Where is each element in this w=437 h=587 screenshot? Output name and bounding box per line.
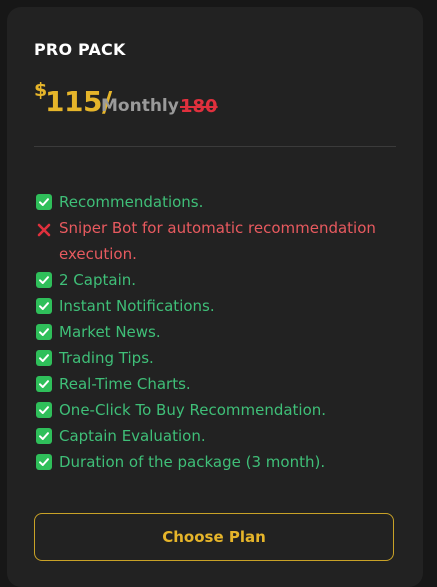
feature-text: Instant Notifications. [59, 297, 215, 315]
pricing-card: PRO PACK $ 115/ Monthly 180 Recommendati… [7, 7, 423, 587]
check-icon [36, 402, 52, 418]
check-icon [36, 376, 52, 392]
check-icon [36, 298, 52, 314]
feature-text: Real-Time Charts. [59, 375, 191, 393]
feature-text: Sniper Bot for automatic recommendation … [59, 219, 376, 263]
feature-item: Real-Time Charts. [34, 371, 404, 397]
feature-item: Duration of the package (3 month). [34, 449, 404, 475]
original-price: 180 [180, 96, 218, 117]
billing-period: Monthly [101, 96, 179, 116]
feature-text: Captain Evaluation. [59, 427, 206, 445]
feature-text: Recommendations. [59, 193, 204, 211]
check-icon [36, 272, 52, 288]
feature-text: Trading Tips. [59, 349, 154, 367]
check-icon [36, 454, 52, 470]
feature-item: Trading Tips. [34, 345, 404, 371]
plan-title: PRO PACK [34, 40, 126, 59]
feature-item-excluded: Sniper Bot for automatic recommendation … [34, 215, 404, 267]
feature-text: Market News. [59, 323, 161, 341]
cross-icon [36, 220, 52, 237]
feature-item: One-Click To Buy Recommendation. [34, 397, 404, 423]
feature-item: Market News. [34, 319, 404, 345]
check-icon [36, 324, 52, 340]
feature-text: Duration of the package (3 month). [59, 453, 326, 471]
feature-item: Recommendations. [34, 189, 404, 215]
feature-item: Captain Evaluation. [34, 423, 404, 449]
feature-text: 2 Captain. [59, 271, 137, 289]
check-icon [36, 428, 52, 444]
feature-list: Recommendations. Sniper Bot for automati… [34, 189, 404, 475]
feature-text: One-Click To Buy Recommendation. [59, 401, 327, 419]
feature-item: Instant Notifications. [34, 293, 404, 319]
divider [34, 146, 396, 147]
check-icon [36, 194, 52, 210]
choose-plan-button[interactable]: Choose Plan [34, 513, 394, 561]
feature-item: 2 Captain. [34, 267, 404, 293]
check-icon [36, 350, 52, 366]
